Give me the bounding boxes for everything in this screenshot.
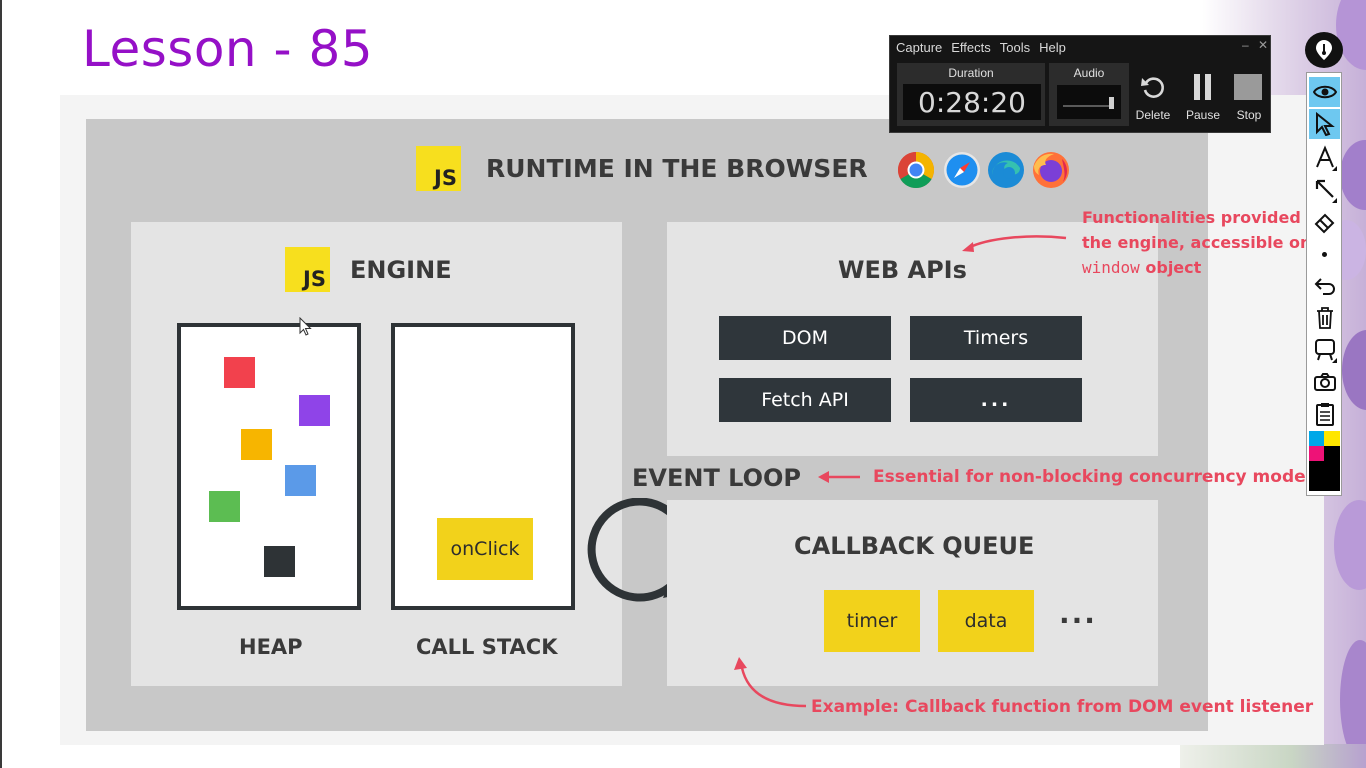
- eraser-icon[interactable]: [1309, 207, 1340, 237]
- heap-object-blue: [285, 465, 316, 496]
- heap-label: HEAP: [239, 635, 303, 659]
- firefox-icon: [1033, 152, 1069, 188]
- pause-icon: [1194, 74, 1212, 100]
- clipboard-icon[interactable]: [1309, 399, 1340, 429]
- engine-title: ENGINE: [350, 256, 452, 284]
- audio-level-slider[interactable]: [1057, 85, 1121, 119]
- event-loop-title: EVENT LOOP: [632, 464, 802, 492]
- audio-label: Audio: [1073, 66, 1105, 80]
- stop-label: Stop: [1236, 108, 1262, 122]
- web-api-dom: DOM: [719, 316, 891, 360]
- runtime-title: RUNTIME IN THE BROWSER: [486, 154, 868, 183]
- minimize-icon[interactable]: –: [1242, 38, 1249, 52]
- event-loop-annotation: Essential for non-blocking concurrency m…: [873, 467, 1312, 487]
- duration-panel: Duration 0:28:20: [897, 63, 1045, 126]
- callback-queue-title: CALLBACK QUEUE: [794, 532, 1035, 560]
- capture-menu-bar: Capture Effects Tools Help: [896, 40, 1075, 55]
- delete-label: Delete: [1135, 108, 1171, 122]
- heap-object-green: [209, 491, 240, 522]
- window-edge: [0, 0, 2, 768]
- menu-help[interactable]: Help: [1039, 40, 1066, 55]
- camera-icon[interactable]: [1309, 367, 1340, 397]
- audio-panel: Audio: [1049, 63, 1129, 126]
- callback-arrow-icon: [734, 657, 807, 708]
- edge-icon: [988, 152, 1024, 188]
- stop-icon: [1234, 74, 1262, 100]
- menu-capture[interactable]: Capture: [896, 40, 942, 55]
- eye-icon[interactable]: [1309, 77, 1340, 107]
- mouse-cursor-icon: [299, 317, 312, 336]
- web-api-annotation: Functionalities provided to the engine, …: [1082, 208, 1310, 277]
- web-api-timers: Timers: [910, 316, 1082, 360]
- web-api-fetch: Fetch API: [719, 378, 891, 422]
- pause-button[interactable]: Pause: [1180, 72, 1226, 122]
- annotation-arrow-icon: [962, 235, 1067, 252]
- safari-icon: [944, 152, 980, 188]
- trash-icon[interactable]: [1309, 303, 1340, 333]
- delete-button[interactable]: Delete: [1130, 72, 1176, 122]
- arrow-icon[interactable]: [1309, 175, 1340, 205]
- event-loop-arrow-icon: [818, 471, 860, 483]
- text-icon[interactable]: [1309, 143, 1340, 173]
- web-api-more: ...: [910, 378, 1082, 422]
- duration-value: 0:28:20: [903, 84, 1041, 120]
- undo-icon[interactable]: [1309, 271, 1340, 301]
- menu-tools[interactable]: Tools: [1000, 40, 1030, 55]
- menu-effects[interactable]: Effects: [951, 40, 991, 55]
- heap-object-purple: [299, 395, 330, 426]
- palette-pin-icon[interactable]: [1305, 32, 1343, 68]
- callback-item-timer: timer: [824, 590, 920, 652]
- lesson-title: Lesson - 85: [82, 20, 374, 78]
- heap-object-orange: [241, 429, 272, 460]
- undo-circle-icon: [1141, 77, 1164, 98]
- flower-bottom: [1180, 744, 1366, 768]
- js-logo: JS: [285, 247, 330, 292]
- tool-palette: [1306, 72, 1342, 496]
- call-stack-label: CALL STACK: [416, 635, 558, 659]
- callback-item-data: data: [938, 590, 1034, 652]
- js-logo: JS: [416, 146, 461, 191]
- call-stack-item: onClick: [437, 518, 533, 580]
- pause-label: Pause: [1185, 108, 1221, 122]
- heap-object-red: [224, 357, 255, 388]
- stop-button[interactable]: Stop: [1226, 72, 1272, 122]
- callback-annotation: Example: Callback function from DOM even…: [811, 697, 1314, 717]
- easel-icon[interactable]: [1309, 335, 1340, 365]
- web-apis-title: WEB APIs: [838, 256, 967, 284]
- pointer-icon[interactable]: [1309, 109, 1340, 139]
- callback-queue-more: ...: [1059, 597, 1097, 630]
- chrome-icon: [897, 152, 935, 189]
- dot-icon[interactable]: [1309, 239, 1340, 269]
- heap-object-dark: [264, 546, 295, 577]
- close-icon[interactable]: ✕: [1258, 38, 1268, 52]
- duration-label: Duration: [948, 66, 994, 80]
- capture-toolbar: Capture Effects Tools Help – ✕ Duration …: [889, 35, 1271, 133]
- color-picker[interactable]: [1309, 431, 1340, 491]
